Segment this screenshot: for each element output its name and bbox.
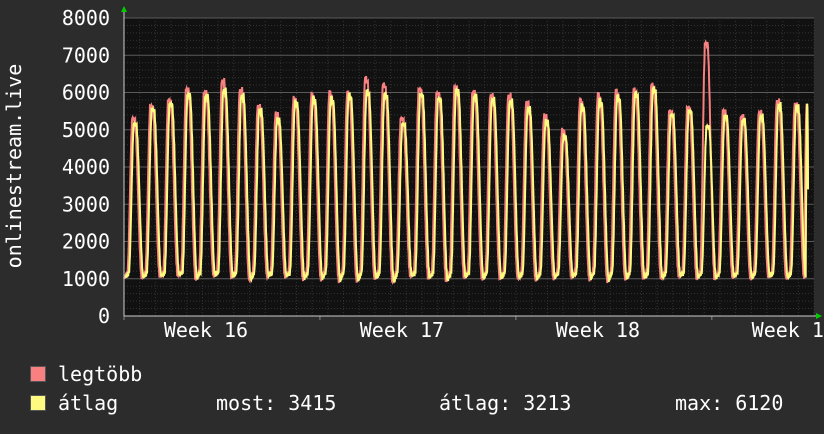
- x-tick-label: Week 18: [556, 318, 640, 342]
- legend-swatch-max: [30, 366, 46, 382]
- stat-average: átlag: 3213: [439, 391, 572, 415]
- x-tick-label: Week 19: [752, 318, 824, 342]
- x-axis: Week 16 Week 17 Week 18 Week 19: [123, 316, 824, 342]
- y-tick-label: 8000: [62, 6, 110, 30]
- y-tick-label: 4000: [62, 155, 110, 179]
- y-tick-label: 6000: [62, 81, 110, 105]
- x-tick-label: Week 17: [360, 318, 444, 342]
- y-axis-label: onlinestream.live: [2, 0, 26, 430]
- y-axis-arrow: [121, 6, 127, 12]
- legend-label-avg: átlag: [58, 391, 119, 415]
- y-tick-label: 1000: [62, 267, 110, 291]
- y-tick-label: 5000: [62, 118, 110, 142]
- y-tick-label: 2000: [62, 230, 110, 254]
- legend-label-max: legtöbb: [58, 362, 143, 386]
- y-axis-label-text: onlinestream.live: [2, 63, 26, 269]
- stat-max: max: 6120: [675, 391, 784, 415]
- x-tick-label: Week 16: [164, 318, 248, 342]
- legend: legtöbb átlag most: 3415 átlag: 3213 max…: [30, 362, 820, 422]
- y-tick-label: 0: [98, 304, 110, 328]
- legend-row-avg: átlag most: 3415 átlag: 3213 max: 6120: [30, 391, 820, 417]
- chart: 0 1000 2000 3000 4000 5000 6000 7000 8000 Week 1…: [0, 0, 824, 430]
- legend-swatch-avg: [30, 395, 46, 411]
- y-tick-label: 7000: [62, 43, 110, 67]
- y-axis: 0 1000 2000 3000 4000 5000 6000 7000 8000: [62, 6, 110, 328]
- y-tick-label: 3000: [62, 192, 110, 216]
- legend-row-max: legtöbb: [30, 362, 820, 388]
- stat-current: most: 3415: [216, 391, 337, 415]
